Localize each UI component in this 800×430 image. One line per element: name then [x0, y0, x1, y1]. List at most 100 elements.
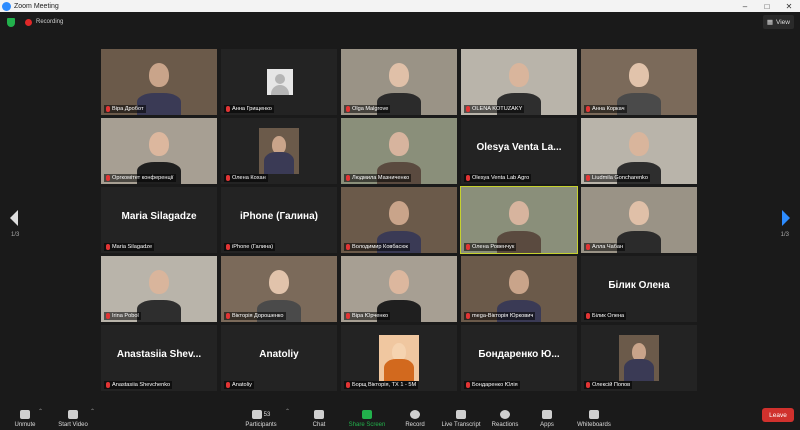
previous-page-arrow-icon[interactable] [10, 210, 18, 226]
muted-mic-icon [226, 106, 230, 112]
maximize-button[interactable]: □ [756, 2, 778, 11]
participant-tile[interactable]: Olga Malgrove [341, 49, 457, 115]
participant-tile[interactable]: Володимир Ковбасюк [341, 187, 457, 253]
whiteboards-button[interactable]: Whiteboards [574, 402, 614, 428]
participant-name-label: Анна Коркач [584, 105, 627, 113]
participant-name: Білик Олена [592, 313, 625, 319]
participant-name-label: Liudmila Goncharenko [584, 174, 650, 182]
whiteboard-icon [589, 410, 599, 419]
audio-options-caret-icon[interactable]: ⌃ [38, 408, 43, 415]
participant-tile[interactable]: iPhone (Галина) iPhone (Галина) [221, 187, 337, 253]
participant-tile[interactable]: Оргкомітет конференції [101, 118, 217, 184]
share-screen-icon [362, 410, 372, 419]
participant-body [624, 359, 654, 381]
record-button[interactable]: Record [402, 402, 428, 428]
participant-tile[interactable]: Anastasiia Shev... Anastasiia Shevchenko [101, 325, 217, 391]
participant-tile[interactable]: Віра Дробот [101, 49, 217, 115]
record-label: Record [405, 422, 425, 428]
participant-name-label: Вікторія Дорошенко [224, 312, 286, 320]
participant-name-label: Алла Чабан [584, 243, 626, 251]
page-indicator-right: 1/3 [780, 232, 789, 238]
gallery-grid: Віра Дробот Анна Грищенко Olga Malgrove OLE… [101, 49, 699, 391]
chat-button[interactable]: Chat [306, 402, 332, 428]
muted-mic-icon [586, 313, 590, 319]
participant-tile[interactable]: OLENA KOTUZAKY [461, 49, 577, 115]
participant-name: Віра Дробот [112, 106, 144, 112]
muted-mic-icon [106, 382, 110, 388]
muted-mic-icon [586, 106, 590, 112]
participant-face [629, 201, 649, 225]
participant-name: Борщ Вікторія, ТХ 1 - 5М [352, 382, 417, 388]
reactions-button[interactable]: Reactions [490, 402, 520, 428]
participant-tile[interactable]: Борщ Вікторія, ТХ 1 - 5М [341, 325, 457, 391]
participant-tile[interactable]: Анна Грищенко [221, 49, 337, 115]
participant-tile[interactable]: Maria Silagadze Maria Silagadze [101, 187, 217, 253]
participant-name: OLENA KOTUZAKY [472, 106, 523, 112]
participant-face [629, 63, 649, 87]
participant-tile[interactable]: Олена Кохан [221, 118, 337, 184]
participant-name-label: Оргкомітет конференції [104, 174, 176, 182]
muted-mic-icon [466, 382, 470, 388]
participant-tile[interactable]: Людмила Мазниченко [341, 118, 457, 184]
muted-mic-icon [106, 106, 110, 112]
recording-label: Recording [36, 19, 64, 25]
participant-name: Анна Коркач [592, 106, 625, 112]
participant-name: Вікторія Дорошенко [232, 313, 284, 319]
participant-tile[interactable]: Алла Чабан [581, 187, 697, 253]
participant-tile[interactable]: Вікторія Дорошенко [221, 256, 337, 322]
participant-tile[interactable]: Олена Ровенчук [460, 186, 578, 254]
security-shield-icon[interactable] [7, 17, 15, 27]
participant-face [149, 132, 169, 156]
participant-name-label: iPhone (Галина) [224, 243, 276, 251]
participants-icon [251, 410, 262, 419]
muted-mic-icon [466, 313, 470, 319]
muted-mic-icon [346, 382, 350, 388]
video-options-caret-icon[interactable]: ⌃ [90, 408, 95, 415]
participant-name: Бондаренко Юлія [472, 382, 518, 388]
close-button[interactable]: ✕ [778, 2, 800, 11]
participants-options-caret-icon[interactable]: ⌃ [285, 408, 290, 415]
participant-display-name: Білик Олена [608, 280, 670, 291]
next-page-arrow-icon[interactable] [782, 210, 790, 226]
participant-tile[interactable]: Liudmila Goncharenko [581, 118, 697, 184]
participant-name-label: OLENA KOTUZAKY [464, 105, 525, 113]
apps-button[interactable]: Apps [535, 402, 559, 428]
participant-name: Olga Malgrove [352, 106, 389, 112]
participant-tile[interactable]: Anatoliy Anatoliy [221, 325, 337, 391]
participant-face [509, 270, 529, 294]
participant-tile[interactable]: Олексій Попов [581, 325, 697, 391]
participant-body [384, 359, 414, 381]
participant-tile[interactable]: Віра Юрченко [341, 256, 457, 322]
participant-name-label: Maria Silagadze [104, 243, 155, 251]
leave-button[interactable]: Leave [762, 408, 794, 422]
participant-display-name: Olesya Venta La... [476, 142, 562, 153]
participant-tile[interactable]: Olesya Venta La... Olesya Venta Lab Agro [461, 118, 577, 184]
participant-name: Оргкомітет конференції [112, 175, 174, 181]
muted-mic-icon [586, 382, 590, 388]
participant-tile[interactable]: Білик Олена Білик Олена [581, 256, 697, 322]
participant-face [629, 132, 649, 156]
participant-tile[interactable]: Бондаренко Ю... Бондаренко Юлія [461, 325, 577, 391]
share-screen-button[interactable]: Share Screen [346, 402, 388, 428]
whiteboards-label: Whiteboards [577, 422, 611, 428]
muted-mic-icon [466, 244, 470, 250]
chat-bubble-icon [314, 410, 324, 419]
muted-mic-icon [466, 175, 470, 181]
view-button[interactable]: ▦ View [762, 15, 794, 29]
participant-tile[interactable]: Irina Pobol [101, 256, 217, 322]
participant-name-label: Olesya Venta Lab Agro [464, 174, 532, 182]
participant-name: Олена Ровенчук [472, 244, 515, 250]
participant-face [509, 63, 529, 87]
muted-mic-icon [346, 106, 350, 112]
live-transcript-button[interactable]: Live Transcript [438, 402, 484, 428]
unmute-button[interactable]: Unmute [10, 402, 40, 428]
participant-tile[interactable]: Анна Коркач [581, 49, 697, 115]
participant-name-label: Віра Юрченко [344, 312, 391, 320]
minimize-button[interactable]: – [734, 2, 756, 11]
participant-name: Maria Silagadze [112, 244, 153, 250]
muted-mic-icon [346, 175, 350, 181]
participant-tile[interactable]: mega-Вікторія Юркович [461, 256, 577, 322]
participants-button[interactable]: 53 Participants [243, 402, 279, 428]
participant-display-name: iPhone (Галина) [240, 211, 318, 222]
start-video-button[interactable]: Start Video [55, 402, 91, 428]
